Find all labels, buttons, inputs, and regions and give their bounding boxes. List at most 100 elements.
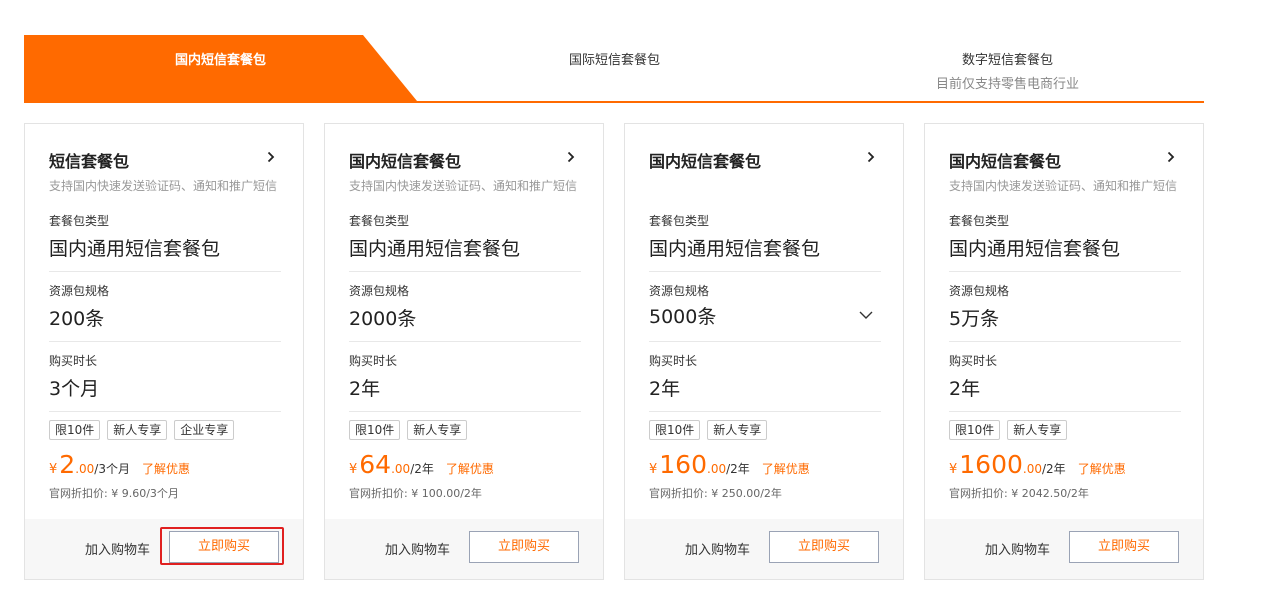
divider bbox=[649, 341, 881, 342]
price-amount: 64 bbox=[359, 450, 392, 479]
price: ¥ 160 .00 /2年 了解优惠 bbox=[649, 450, 810, 480]
tab-digital-sms[interactable]: 数字短信套餐包 目前仅支持零售电商行业 bbox=[904, 49, 1111, 92]
buy-now-button[interactable]: 立即购买 bbox=[169, 531, 279, 563]
package-card: 短信套餐包 支持国内快速发送验证码、通知和推广短信 套餐包类型 国内通用短信套餐… bbox=[24, 123, 304, 580]
original-price: 官网折扣价: ¥ 100.00/2年 bbox=[349, 485, 482, 501]
divider bbox=[49, 341, 281, 342]
add-to-cart-button[interactable]: 加入购物车 bbox=[85, 539, 150, 558]
card-description: 支持国内快速发送验证码、通知和推广短信 bbox=[949, 179, 1178, 193]
original-price: 官网折扣价: ¥ 9.60/3个月 bbox=[49, 485, 179, 501]
price-decimal: .00 bbox=[1022, 462, 1042, 476]
original-price-label: 官网折扣价: bbox=[49, 487, 112, 500]
price-unit: /3个月 bbox=[94, 462, 130, 476]
buy-now-button[interactable]: 立即购买 bbox=[769, 531, 879, 563]
original-price-value: ¥ 2042.50/2年 bbox=[1011, 487, 1089, 500]
spec-label: 资源包规格 bbox=[49, 284, 110, 298]
duration-label: 购买时长 bbox=[349, 354, 398, 368]
original-price-value: ¥ 250.00/2年 bbox=[711, 487, 782, 500]
duration-label: 购买时长 bbox=[949, 354, 998, 368]
card-title[interactable]: 国内短信套餐包 bbox=[349, 148, 461, 172]
original-price-value: ¥ 100.00/2年 bbox=[411, 487, 482, 500]
card-description: 支持国内快速发送验证码、通知和推广短信 bbox=[349, 179, 578, 193]
duration-value[interactable]: 2年 bbox=[949, 374, 980, 401]
card-footer: 加入购物车 立即购买 bbox=[625, 519, 903, 579]
spec-value[interactable]: 200条 bbox=[49, 304, 104, 331]
badge: 限10件 bbox=[949, 420, 1001, 440]
badge-list: 限10件 新人专享 bbox=[349, 420, 468, 440]
add-to-cart-button[interactable]: 加入购物车 bbox=[685, 539, 750, 558]
package-card: 国内短信套餐包 支持国内快速发送验证码、通知和推广短信 套餐包类型 国内通用短信… bbox=[324, 123, 604, 580]
package-type-label: 套餐包类型 bbox=[649, 214, 710, 228]
price-unit: /2年 bbox=[726, 462, 750, 476]
card-footer: 加入购物车 立即购买 bbox=[925, 519, 1203, 579]
tab-international-sms-label: 国际短信套餐包 bbox=[568, 53, 660, 68]
package-tabs: 国内短信套餐包 国际短信套餐包 数字短信套餐包 目前仅支持零售电商行业 bbox=[24, 35, 1204, 103]
spec-value[interactable]: 5万条 bbox=[949, 304, 999, 331]
divider bbox=[49, 271, 281, 272]
chevron-right-icon[interactable] bbox=[1165, 151, 1177, 163]
chevron-right-icon[interactable] bbox=[565, 151, 577, 163]
price: ¥ 2 .00 /3个月 了解优惠 bbox=[49, 450, 190, 480]
badge: 新人专享 bbox=[107, 420, 168, 440]
divider bbox=[49, 411, 281, 412]
chevron-right-icon[interactable] bbox=[865, 151, 877, 163]
tab-domestic-sms-label[interactable]: 国内短信套餐包 bbox=[24, 49, 417, 68]
original-price-label: 官网折扣价: bbox=[349, 487, 412, 500]
promo-link[interactable]: 了解优惠 bbox=[762, 460, 810, 477]
spec-label: 资源包规格 bbox=[349, 284, 410, 298]
badge: 新人专享 bbox=[1007, 420, 1068, 440]
currency-symbol: ¥ bbox=[649, 462, 658, 477]
price-amount: 2 bbox=[59, 450, 76, 479]
duration-value[interactable]: 2年 bbox=[349, 374, 380, 401]
spec-label: 资源包规格 bbox=[949, 284, 1010, 298]
chevron-right-icon[interactable] bbox=[265, 151, 277, 163]
package-type-value[interactable]: 国内通用短信套餐包 bbox=[949, 234, 1120, 261]
tab-digital-sms-label: 数字短信套餐包 bbox=[961, 53, 1053, 68]
tab-domestic-sms[interactable] bbox=[24, 35, 417, 101]
divider bbox=[949, 271, 1181, 272]
duration-value[interactable]: 3个月 bbox=[49, 374, 99, 401]
spec-value[interactable]: 5000条 bbox=[649, 302, 716, 329]
promo-link[interactable]: 了解优惠 bbox=[1078, 460, 1126, 477]
spec-label: 资源包规格 bbox=[649, 284, 710, 298]
original-price: 官网折扣价: ¥ 250.00/2年 bbox=[649, 485, 782, 501]
add-to-cart-button[interactable]: 加入购物车 bbox=[985, 539, 1050, 558]
promo-link[interactable]: 了解优惠 bbox=[446, 460, 494, 477]
badge: 新人专享 bbox=[707, 420, 768, 440]
divider bbox=[349, 411, 581, 412]
buy-now-button[interactable]: 立即购买 bbox=[1069, 531, 1179, 563]
package-type-value[interactable]: 国内通用短信套餐包 bbox=[349, 234, 520, 261]
package-card: 国内短信套餐包 套餐包类型 国内通用短信套餐包 资源包规格 5000条 购买时长… bbox=[624, 123, 904, 580]
promo-link[interactable]: 了解优惠 bbox=[142, 460, 190, 477]
divider bbox=[649, 271, 881, 272]
price-decimal: .00 bbox=[707, 462, 727, 476]
divider bbox=[949, 341, 1181, 342]
buy-now-button[interactable]: 立即购买 bbox=[469, 531, 579, 563]
divider bbox=[349, 271, 581, 272]
price: ¥ 64 .00 /2年 了解优惠 bbox=[349, 450, 494, 480]
duration-value[interactable]: 2年 bbox=[649, 374, 680, 401]
badge-list: 限10件 新人专享 bbox=[649, 420, 768, 440]
card-title[interactable]: 国内短信套餐包 bbox=[949, 148, 1061, 172]
spec-value[interactable]: 2000条 bbox=[349, 304, 416, 331]
card-description: 支持国内快速发送验证码、通知和推广短信 bbox=[49, 179, 278, 193]
divider bbox=[949, 411, 1181, 412]
card-title[interactable]: 短信套餐包 bbox=[49, 148, 129, 172]
chevron-down-icon[interactable] bbox=[859, 310, 873, 320]
package-type-label: 套餐包类型 bbox=[949, 214, 1010, 228]
original-price-label: 官网折扣价: bbox=[949, 487, 1012, 500]
tab-underline bbox=[24, 101, 1204, 103]
package-type-value[interactable]: 国内通用短信套餐包 bbox=[49, 234, 220, 261]
card-title[interactable]: 国内短信套餐包 bbox=[649, 148, 761, 172]
badge: 限10件 bbox=[349, 420, 401, 440]
badge: 新人专享 bbox=[407, 420, 468, 440]
duration-label: 购买时长 bbox=[649, 354, 698, 368]
currency-symbol: ¥ bbox=[49, 462, 58, 477]
package-card: 国内短信套餐包 支持国内快速发送验证码、通知和推广短信 套餐包类型 国内通用短信… bbox=[924, 123, 1204, 580]
package-type-value[interactable]: 国内通用短信套餐包 bbox=[649, 234, 820, 261]
badge-list: 限10件 新人专享 bbox=[949, 420, 1068, 440]
tab-international-sms[interactable]: 国际短信套餐包 bbox=[517, 49, 712, 68]
add-to-cart-button[interactable]: 加入购物车 bbox=[385, 539, 450, 558]
package-type-label: 套餐包类型 bbox=[49, 214, 110, 228]
tab-digital-sms-sub: 目前仅支持零售电商行业 bbox=[935, 77, 1079, 92]
